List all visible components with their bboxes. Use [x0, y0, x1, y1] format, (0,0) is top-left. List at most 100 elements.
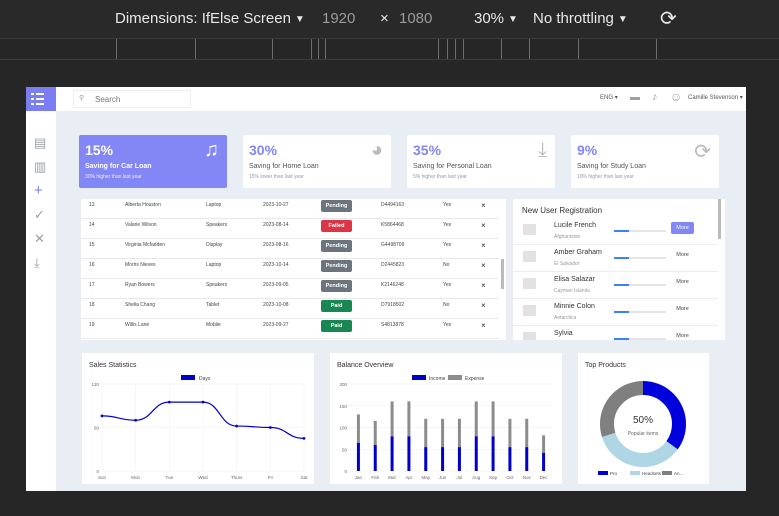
table-row: 18 Shelia Chang Tablet 2023-10-08 Paid D… — [81, 299, 499, 319]
height-input[interactable]: 1080 — [399, 10, 432, 27]
throttling-select[interactable]: No throttling ▼ — [533, 10, 628, 27]
list-item: Lucile French Afghanistan More — [513, 218, 718, 245]
legend-label: An... — [674, 471, 683, 476]
bar — [441, 418, 445, 448]
cell-id: 13 — [89, 202, 95, 208]
zoom-select[interactable]: 30% ▼ — [474, 10, 518, 27]
more-button[interactable]: More — [671, 249, 694, 261]
close-icon[interactable]: × — [481, 241, 486, 250]
music-icon: ♫ — [204, 139, 219, 161]
bar — [508, 418, 512, 448]
dimensions-select[interactable]: Dimensions: IfElse Screen ▼ — [115, 10, 305, 27]
chevron-down-icon: ▾ — [614, 95, 618, 101]
cell-flag: Yes — [443, 202, 452, 208]
y-tick-label: 100 — [339, 426, 347, 431]
status-badge: Paid — [321, 320, 352, 332]
data-point — [134, 418, 138, 422]
top-bar: ⚲ Search ENG ▾ ▬ ♪ ☺ Camille Stevenson ▾ — [56, 87, 746, 111]
width-input[interactable]: 1920 — [322, 10, 355, 27]
progress-bar — [614, 257, 666, 259]
chevron-down-icon: ▼ — [294, 14, 305, 25]
more-button[interactable]: More — [671, 222, 694, 234]
dashboard-viewport: ▤ ▥ + ✓ ✕ ⤓ ⚲ Search ENG ▾ ▬ ♪ ☺ Camille… — [26, 87, 746, 491]
data-point — [268, 426, 272, 429]
table-row: 14 Valarie Wilson Speakers 2023-08-14 Fa… — [81, 219, 499, 239]
x-tick-label: Tue — [166, 475, 174, 480]
refresh-icon: ⟳ — [694, 141, 711, 163]
close-icon[interactable]: × — [481, 221, 486, 230]
user-menu[interactable]: Camille Stevenson ▾ — [688, 94, 743, 101]
y-tick-label: 60 — [94, 426, 100, 431]
card-home-loan[interactable]: 30% Saving for Home Loan 15% lower than … — [243, 135, 391, 188]
bar — [424, 447, 428, 471]
panel-title: New User Registration — [522, 206, 603, 215]
table-scrollbar[interactable] — [501, 259, 504, 289]
x-tick-label: Aug — [472, 475, 481, 480]
close-icon[interactable]: × — [481, 201, 486, 210]
language-select[interactable]: ENG ▾ — [600, 94, 618, 101]
close-icon[interactable]: × — [481, 261, 486, 270]
avatar-icon[interactable]: ☺ — [670, 90, 682, 104]
cell-date: 2023-09-27 — [263, 322, 289, 328]
app-logo[interactable] — [26, 87, 56, 111]
list-scrollbar[interactable] — [718, 199, 721, 239]
user-name: Amber Graham — [554, 249, 602, 256]
card-car-loan[interactable]: 15% Saving for Car Loan 30% higher than … — [79, 135, 227, 188]
legend-swatch — [630, 471, 640, 475]
close-icon[interactable]: × — [481, 281, 486, 290]
rotate-icon[interactable]: ⟳ — [660, 6, 677, 31]
progress-bar — [614, 230, 666, 232]
card-title: Saving for Car Loan — [85, 163, 152, 170]
card-title: Saving for Home Loan — [249, 163, 319, 170]
donut-center-label: Popular items — [628, 431, 659, 437]
bar — [457, 418, 461, 448]
tools-icon[interactable]: ✕ — [34, 232, 45, 246]
username: Camille Stevenson — [688, 95, 739, 101]
sidebar: ▤ ▥ + ✓ ✕ ⤓ — [26, 111, 56, 491]
card-title: Saving for Personal Loan — [413, 163, 492, 170]
more-button[interactable]: More — [671, 330, 694, 340]
check-icon[interactable]: ✓ — [34, 208, 45, 222]
data-point — [201, 400, 205, 404]
close-icon[interactable]: × — [481, 301, 486, 310]
card-subtitle: 10% higher than last year — [577, 174, 634, 180]
more-button[interactable]: More — [671, 276, 694, 288]
chat-icon[interactable]: ▬ — [630, 92, 640, 103]
x-tick-label: Wed — [198, 475, 208, 480]
card-personal-loan[interactable]: 35% Saving for Personal Loan 5% higher t… — [407, 135, 555, 188]
box-icon[interactable]: ▤ — [34, 136, 46, 150]
top-products-panel: Top Products 50% Popular items Pro Headsets… — [578, 353, 709, 484]
download-icon[interactable]: ⤓ — [34, 256, 40, 270]
progress-fill — [614, 230, 629, 232]
cell-date: 2023-09-05 — [263, 282, 289, 288]
plus-icon[interactable]: + — [34, 183, 43, 198]
cell-flag: Yes — [443, 222, 452, 228]
search-icon: ⚲ — [79, 95, 85, 102]
cell-code: D2445823 — [381, 262, 405, 268]
table-row: 19 Willis Lane Mobile 2023-09-27 Paid S4… — [81, 319, 499, 339]
user-name: Sylvia — [554, 330, 573, 337]
table-row: 16 Morris Nieves Laptop 2023-10-14 Pendi… — [81, 259, 499, 279]
pie-chart-icon: ◕ — [370, 139, 383, 161]
chart-icon[interactable]: ▥ — [34, 160, 46, 174]
x-tick-label: Jan — [355, 475, 363, 480]
zoom-label: 30% — [474, 10, 505, 27]
x-tick-label: Sat — [301, 475, 309, 480]
bar — [525, 418, 529, 448]
bell-icon[interactable]: ♪ — [652, 91, 658, 103]
search-placeholder: Search — [95, 95, 121, 104]
search-input[interactable]: ⚲ Search — [73, 90, 191, 108]
user-location: Afghanistan — [554, 234, 581, 240]
card-study-loan[interactable]: 9% Saving for Study Loan 10% higher than… — [571, 135, 719, 188]
legend-swatch — [181, 375, 195, 380]
cell-code: K5864468 — [381, 222, 404, 228]
devtools-toolbar: Dimensions: IfElse Screen ▼ 1920 × 1080 3… — [0, 0, 779, 38]
legend-swatch — [448, 375, 462, 380]
more-button[interactable]: More — [671, 303, 694, 315]
x-tick-label: Nov — [523, 475, 532, 480]
x-tick-label: Sun — [98, 475, 107, 480]
close-icon[interactable]: × — [481, 321, 486, 330]
card-subtitle: 30% higher than last year — [85, 174, 142, 180]
legend-swatch — [598, 471, 608, 475]
bar — [457, 447, 461, 471]
